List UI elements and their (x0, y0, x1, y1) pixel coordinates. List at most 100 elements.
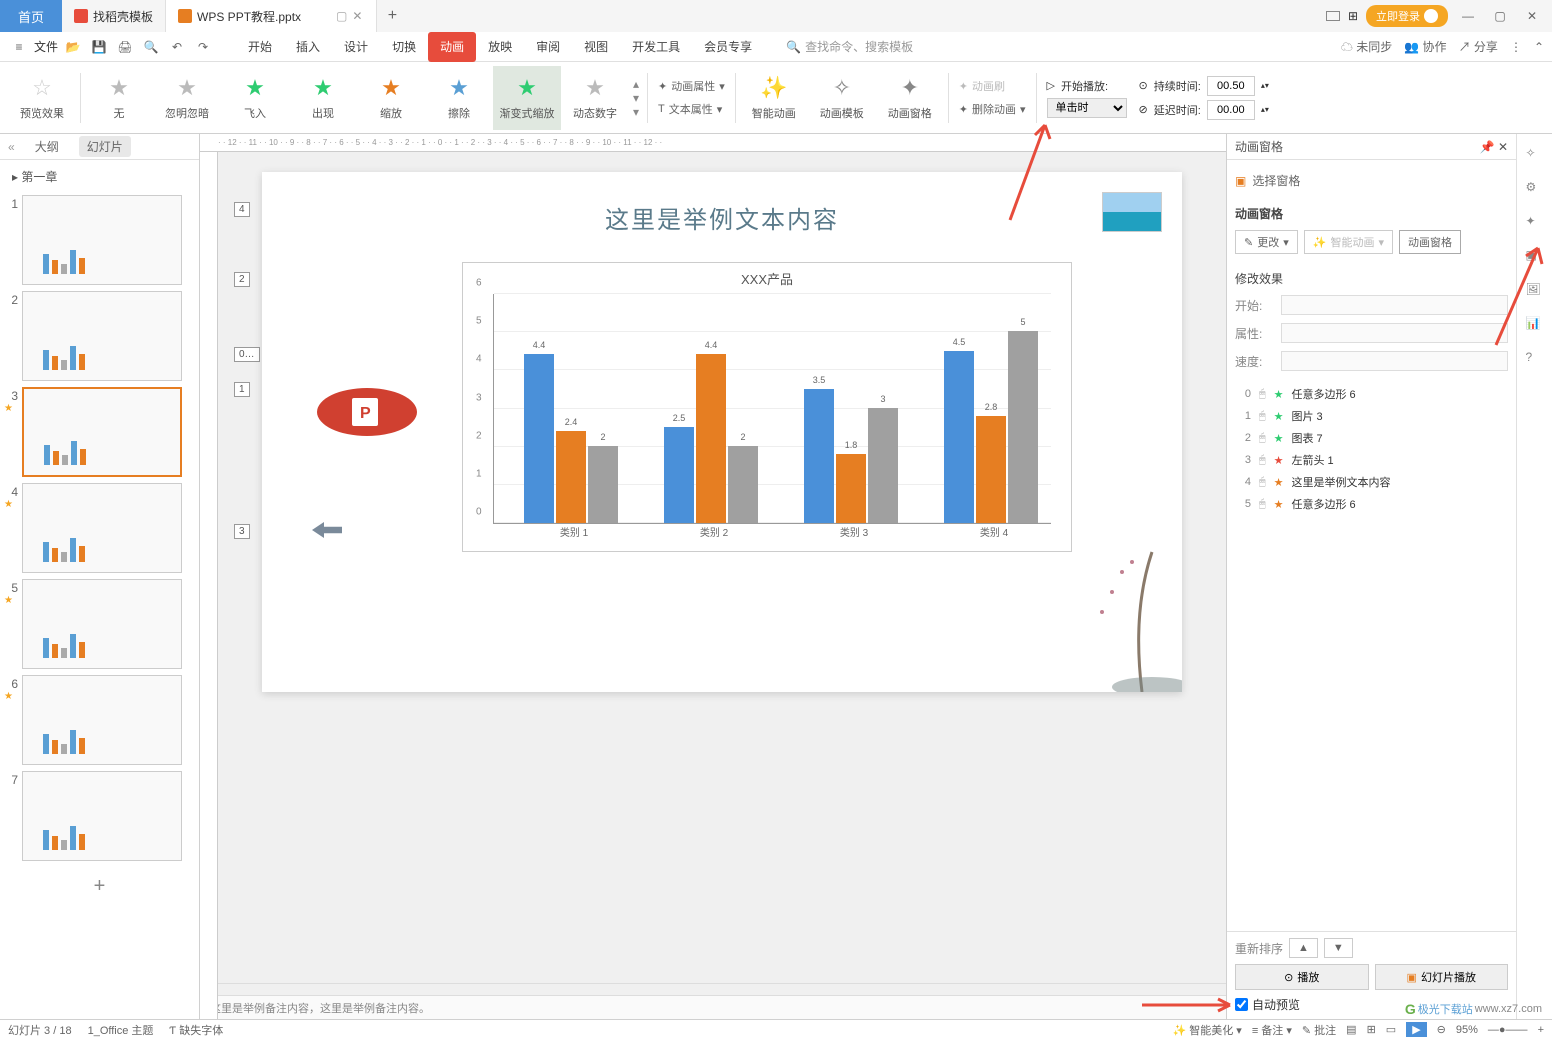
notes-toggle[interactable]: ≡ 备注 ▾ (1252, 1022, 1292, 1038)
animation-list-item[interactable]: 2 🖱 ★ 图表 7 (1235, 427, 1508, 449)
animation-pane-button[interactable]: ✦ 动画窗格 (876, 66, 944, 130)
animation-list-item[interactable]: 0 🖱 ★ 任意多边形 6 (1235, 383, 1508, 405)
grid-icon[interactable] (1326, 11, 1340, 21)
login-button[interactable]: 立即登录 (1366, 5, 1448, 27)
slides-tab[interactable]: 幻灯片 (79, 136, 131, 157)
tab-transition[interactable]: 切换 (380, 32, 428, 62)
tab-document[interactable]: WPS PPT教程.pptx ▢ ✕ (166, 0, 377, 32)
spinner-icon[interactable]: ▴▾ (1261, 81, 1269, 90)
slide-thumbnail[interactable] (22, 771, 182, 861)
sidebar-layout-icon[interactable]: ▣ (1526, 248, 1544, 266)
close-window-icon[interactable]: ✕ (1520, 9, 1544, 23)
anim-pane-button[interactable]: 动画窗格 (1399, 230, 1461, 254)
sidebar-animation-icon[interactable]: ✦ (1526, 214, 1544, 232)
tab-start[interactable]: 开始 (236, 32, 284, 62)
slide-thumbnail[interactable] (22, 483, 182, 573)
ppt-badge[interactable]: P (312, 382, 422, 442)
chart-object[interactable]: XXX产品 01234564.42.42类别 12.54.42类别 23.51.… (462, 262, 1072, 552)
file-menu[interactable]: 文件 (34, 38, 58, 55)
tab-view[interactable]: 视图 (572, 32, 620, 62)
anim-tag[interactable]: 4 (234, 202, 250, 217)
notes-area[interactable]: 这里是举例备注内容，这里是举例备注内容。 (200, 995, 1226, 1019)
smart-anim-button[interactable]: ✨智能动画 ▾ (1304, 230, 1393, 254)
save-icon[interactable]: 💾 (88, 36, 110, 58)
effects-more[interactable]: ▾ (633, 105, 639, 119)
effects-scroll-up[interactable]: ▴ (633, 77, 639, 91)
slideshow-view-icon[interactable]: ▶ (1406, 1022, 1426, 1037)
close-icon[interactable]: ✕ (352, 9, 364, 23)
comments-toggle[interactable]: ✎ 批注 (1302, 1022, 1336, 1038)
slide-canvas[interactable]: 这里是举例文本内容 P XXX产品 01234564.42.42类别 12.54… (262, 172, 1182, 692)
pin-icon[interactable]: 📌 (1480, 140, 1495, 154)
prop-field-select[interactable] (1281, 323, 1508, 343)
add-slide-button[interactable]: + (4, 867, 195, 906)
collapse-icon[interactable]: ⌃ (1534, 40, 1544, 54)
smart-animation-button[interactable]: ✨ 智能动画 (740, 66, 808, 130)
spinner-icon[interactable]: ▴▾ (1261, 105, 1269, 114)
sidebar-design-icon[interactable]: ✧ (1526, 146, 1544, 164)
effect-飞入[interactable]: ★飞入 (221, 66, 289, 130)
play-button[interactable]: ⊙播放 (1235, 964, 1369, 990)
open-icon[interactable]: 📂 (62, 36, 84, 58)
redo-icon[interactable]: ↷ (192, 36, 214, 58)
duration-input[interactable] (1207, 76, 1255, 96)
effect-缩放[interactable]: ★缩放 (357, 66, 425, 130)
animation-list-item[interactable]: 4 🖱 ★ 这里是举例文本内容 (1235, 471, 1508, 493)
maximize-icon[interactable]: ▢ (1488, 9, 1512, 23)
tab-insert[interactable]: 插入 (284, 32, 332, 62)
animation-list-item[interactable]: 1 🖱 ★ 图片 3 (1235, 405, 1508, 427)
print-icon[interactable]: 🖨 (114, 36, 136, 58)
effect-擦除[interactable]: ★擦除 (425, 66, 493, 130)
undo-icon[interactable]: ↶ (166, 36, 188, 58)
missing-font-button[interactable]: Ƭ 缺失字体 (169, 1022, 223, 1038)
delete-animation-button[interactable]: ✦删除动画 ▾ (959, 99, 1026, 119)
slide-thumbnail[interactable] (22, 195, 182, 285)
tab-design[interactable]: 设计 (332, 32, 380, 62)
tab-member[interactable]: 会员专享 (692, 32, 764, 62)
outline-tab[interactable]: 大纲 (27, 136, 67, 157)
anim-tag[interactable]: 1 (234, 382, 250, 397)
effect-动态数字[interactable]: ★动态数字 (561, 66, 629, 130)
slideshow-play-button[interactable]: ▣幻灯片播放 (1375, 964, 1509, 990)
animation-list-item[interactable]: 3 🖱 ★ 左箭头 1 (1235, 449, 1508, 471)
anim-tag[interactable]: 3 (234, 524, 250, 539)
move-down-button[interactable]: ▼ (1324, 938, 1353, 958)
tab-slideshow[interactable]: 放映 (476, 32, 524, 62)
command-search[interactable]: 🔍 查找命令、搜索模板 (786, 38, 913, 55)
slide-thumbnail[interactable] (22, 579, 182, 669)
new-tab-button[interactable]: + (377, 7, 407, 25)
select-pane-link[interactable]: ▣ 选择窗格 (1235, 168, 1508, 193)
more-icon[interactable]: ⋮ (1510, 40, 1522, 54)
effect-渐变式缩放[interactable]: ★渐变式缩放 (493, 66, 561, 130)
animation-brush-button[interactable]: ✦动画刷 (959, 76, 1026, 96)
left-arrow-shape[interactable] (312, 522, 342, 538)
coop-button[interactable]: 👥 协作 (1404, 38, 1446, 55)
text-property-button[interactable]: T文本属性 ▾ (658, 99, 725, 119)
beautify-button[interactable]: ✨ 智能美化 ▾ (1172, 1022, 1241, 1038)
slide-thumbnail[interactable] (22, 291, 182, 381)
home-tab[interactable]: 首页 (0, 0, 62, 32)
panel-collapse-icon[interactable]: « (8, 140, 15, 154)
tab-animation[interactable]: 动画 (428, 32, 476, 62)
delay-input[interactable] (1207, 100, 1255, 120)
unsync-button[interactable]: ☁ 未同步 (1341, 38, 1392, 55)
menu-icon[interactable]: ≡ (8, 36, 30, 58)
effect-无[interactable]: ★无 (85, 66, 153, 130)
tab-template[interactable]: 找稻壳模板 (62, 0, 166, 32)
slide-title-text[interactable]: 这里是举例文本内容 (262, 200, 1182, 235)
effect-出现[interactable]: ★出现 (289, 66, 357, 130)
speed-field-select[interactable] (1281, 351, 1508, 371)
minimize-icon[interactable]: — (1456, 9, 1480, 23)
sidebar-template-icon[interactable]: 📊 (1526, 316, 1544, 334)
anim-property-button[interactable]: ✦动画属性 ▾ (658, 76, 725, 96)
anim-tag[interactable]: 0… (234, 347, 260, 362)
sidebar-settings-icon[interactable]: ⚙ (1526, 180, 1544, 198)
reading-view-icon[interactable]: ▭ (1386, 1023, 1396, 1036)
sorter-view-icon[interactable]: ⊞ (1367, 1023, 1376, 1036)
preview-icon[interactable]: 🔍 (140, 36, 162, 58)
normal-view-icon[interactable]: ▤ (1346, 1023, 1356, 1036)
preview-effect-button[interactable]: ☆ 预览效果 (8, 66, 76, 130)
tab-developer[interactable]: 开发工具 (620, 32, 692, 62)
apps-icon[interactable]: ⊞ (1348, 9, 1358, 23)
zoom-in-icon[interactable]: + (1538, 1024, 1544, 1036)
